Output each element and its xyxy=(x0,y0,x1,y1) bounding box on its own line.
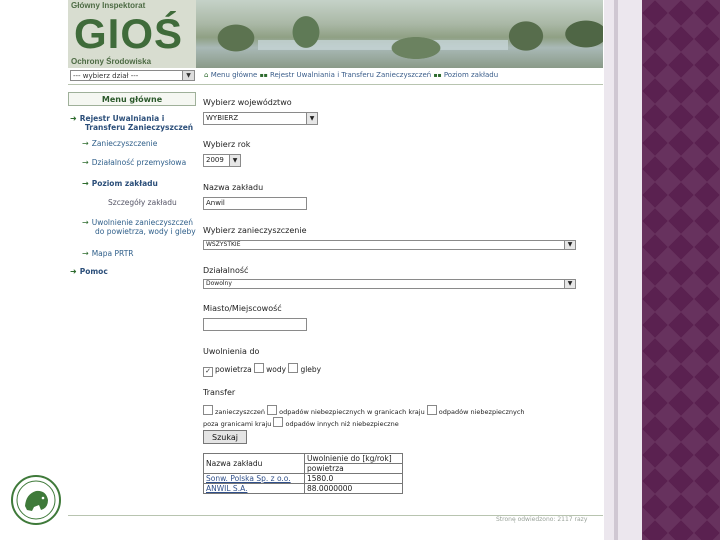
transfer-hazardous-abroad-label: odpadów niebezpiecznych xyxy=(438,408,525,416)
menu-item-dzialalnosc[interactable]: → Działalność przemysłowa xyxy=(82,158,186,167)
transfer-options-row2: poza granicami kraju odpadów innych niż … xyxy=(203,417,399,428)
release-air-checkbox[interactable]: ✓ xyxy=(203,367,213,377)
voivodeship-select-value: WYBIERZ xyxy=(206,114,239,122)
results-table: Nazwa zakładu Uwolnienie do [kg/rok] pow… xyxy=(203,453,403,494)
release-water-label: wody xyxy=(266,365,287,374)
table-row: Sonw. Polska Sp. z o.o. 1580.0 xyxy=(203,473,403,484)
menu-item-poziom-zakladu[interactable]: → Poziom zakładu xyxy=(82,179,158,188)
menu-item-rejestr[interactable]: ➜ Rejestr Uwalniania i xyxy=(70,114,164,123)
activity-label: Działalność xyxy=(203,266,249,275)
voivodeship-label: Wybierz województwo xyxy=(203,98,292,107)
breadcrumb: ⌂ Menu główne ▪▪ Rejestr Uwalniania i Tr… xyxy=(204,71,498,79)
breadcrumb-rejestr[interactable]: Rejestr Uwalniania i Transferu Zanieczys… xyxy=(270,71,431,79)
year-select-value: 2009 xyxy=(206,156,224,164)
brand-bottom-text: Ochrony Środowiska xyxy=(71,57,152,66)
slide-side-edge xyxy=(614,0,618,540)
menu-item-mapa-prtr[interactable]: → Mapa PRTR xyxy=(82,249,134,258)
releases-label: Uwolnienia do xyxy=(203,347,260,356)
arrow-right-icon: ➜ xyxy=(70,267,77,276)
chevron-down-icon[interactable]: ▼ xyxy=(182,71,194,80)
arrow-right-icon: ➜ xyxy=(70,114,77,123)
pollutant-select[interactable]: WSZYSTKIE ▼ xyxy=(203,240,576,250)
transfer-hazardous-domestic-label: odpadów niebezpiecznych w granicach kraj… xyxy=(279,408,425,416)
year-label: Wybierz rok xyxy=(203,140,251,149)
release-value: 1580.0 xyxy=(304,473,403,484)
menu-item-pomoc[interactable]: ➜ Pomoc xyxy=(70,267,108,276)
arrow-right-icon: → xyxy=(82,139,89,148)
home-icon: ⌂ xyxy=(204,71,209,79)
chevron-down-icon[interactable]: ▼ xyxy=(564,280,575,288)
transfer-pollutants-label: zanieczyszczeń xyxy=(215,408,266,416)
brand-box: Główny Inspektorat GIOŚ Ochrony Środowis… xyxy=(68,0,196,68)
pollutant-select-value: WSZYSTKIE xyxy=(206,241,241,248)
chevron-down-icon[interactable]: ▼ xyxy=(564,241,575,249)
release-soil-checkbox[interactable] xyxy=(288,363,299,373)
breadcrumb-poziom-zakladu[interactable]: Poziom zakładu xyxy=(444,71,498,79)
header-release: Uwolnienie do [kg/rok] xyxy=(304,453,403,464)
transfer-pollutants-checkbox[interactable] xyxy=(203,405,213,415)
menu-item-rejestr-line2[interactable]: Transferu Zanieczyszczeń xyxy=(85,123,193,132)
visit-counter: Stronę odwiedzono: 2117 razy xyxy=(496,516,588,523)
activity-select-value: Dowolny xyxy=(206,280,232,287)
release-value: 88.0000000 xyxy=(304,483,403,494)
release-air-label: powietrza xyxy=(215,365,252,374)
release-soil-label: gleby xyxy=(300,365,322,374)
release-water-checkbox[interactable] xyxy=(254,363,265,373)
table-header-row: Nazwa zakładu Uwolnienie do [kg/rok] xyxy=(203,453,403,474)
table-row: ANWIL S.A. 88.0000000 xyxy=(203,483,403,494)
transfer-label: Transfer xyxy=(203,388,236,397)
bison-emblem-icon xyxy=(11,475,61,525)
transfer-other-waste-label: odpadów innych niż niebezpieczne xyxy=(285,420,399,428)
facility-link[interactable]: ANWIL S.A. xyxy=(203,483,305,494)
transfer-hazardous-abroad-label-cont: poza granicami kraju xyxy=(203,420,272,428)
voivodeship-select[interactable]: WYBIERZ ▼ xyxy=(203,112,318,125)
menu-item-uwolnienie-line2[interactable]: do powietrza, wody i gleby xyxy=(95,227,196,236)
facility-input[interactable]: Anwil xyxy=(203,197,307,210)
pollutant-label: Wybierz zanieczyszczenie xyxy=(203,226,307,235)
menu-title: Menu główne xyxy=(68,92,196,106)
menu-item-uwolnienie[interactable]: → Uwolnienie zanieczyszczeń xyxy=(82,218,193,227)
city-input[interactable] xyxy=(203,318,307,331)
arrow-right-icon: → xyxy=(82,179,89,188)
header-facility-name: Nazwa zakładu xyxy=(203,453,305,474)
header-medium: powietrza xyxy=(304,463,403,474)
brand-top-text: Główny Inspektorat xyxy=(71,1,146,10)
activity-select[interactable]: Dowolny ▼ xyxy=(203,279,576,289)
chevron-down-icon[interactable]: ▼ xyxy=(306,113,317,124)
search-button[interactable]: Szukaj xyxy=(203,430,247,444)
city-label: Miasto/Miejscowość xyxy=(203,304,282,313)
site-header: Główny Inspektorat GIOŚ Ochrony Środowis… xyxy=(68,0,603,68)
left-menu: Menu główne ➜ Rejestr Uwalniania i Transf… xyxy=(68,92,196,282)
transfer-hazardous-domestic-checkbox[interactable] xyxy=(267,405,278,415)
releases-options: ✓ powietrza wody gleby xyxy=(203,363,321,377)
transfer-other-waste-checkbox[interactable] xyxy=(273,417,284,427)
chevron-down-icon[interactable]: ▼ xyxy=(229,155,240,166)
facility-link[interactable]: Sonw. Polska Sp. z o.o. xyxy=(203,473,305,484)
menu-item-zanieczyszczenie[interactable]: → Zanieczyszczenie xyxy=(82,139,157,148)
year-select[interactable]: 2009 ▼ xyxy=(203,154,241,167)
dzial-select[interactable]: --- wybierz dział --- ▼ xyxy=(70,70,195,81)
slide-side-strip xyxy=(604,0,642,540)
breadcrumb-separator-icon: ▪▪ xyxy=(259,72,268,79)
dzial-select-value: --- wybierz dział --- xyxy=(73,72,139,80)
slide-pattern-panel xyxy=(642,0,720,540)
header-trees xyxy=(196,8,603,68)
menu-item-szczegoly[interactable]: Szczegóły zakładu xyxy=(108,198,177,207)
arrow-right-icon: → xyxy=(82,158,89,167)
arrow-right-icon: → xyxy=(82,218,89,227)
gios-logo[interactable]: GIOŚ xyxy=(74,12,183,56)
transfer-options-row1: zanieczyszczeń odpadów niebezpiecznych w… xyxy=(203,405,525,416)
facility-link-text[interactable]: Sonw. Polska Sp. z o.o. xyxy=(206,474,291,483)
facility-label: Nazwa zakładu xyxy=(203,183,264,192)
transfer-hazardous-abroad-checkbox[interactable] xyxy=(426,405,437,415)
arrow-right-icon: → xyxy=(82,249,89,258)
facility-link-text[interactable]: ANWIL S.A. xyxy=(206,484,247,493)
breadcrumb-separator-icon: ▪▪ xyxy=(433,72,442,79)
top-navigation-bar: --- wybierz dział --- ▼ ⌂ Menu główne ▪▪… xyxy=(68,68,603,85)
breadcrumb-menu-glowne[interactable]: Menu główne xyxy=(211,71,258,79)
